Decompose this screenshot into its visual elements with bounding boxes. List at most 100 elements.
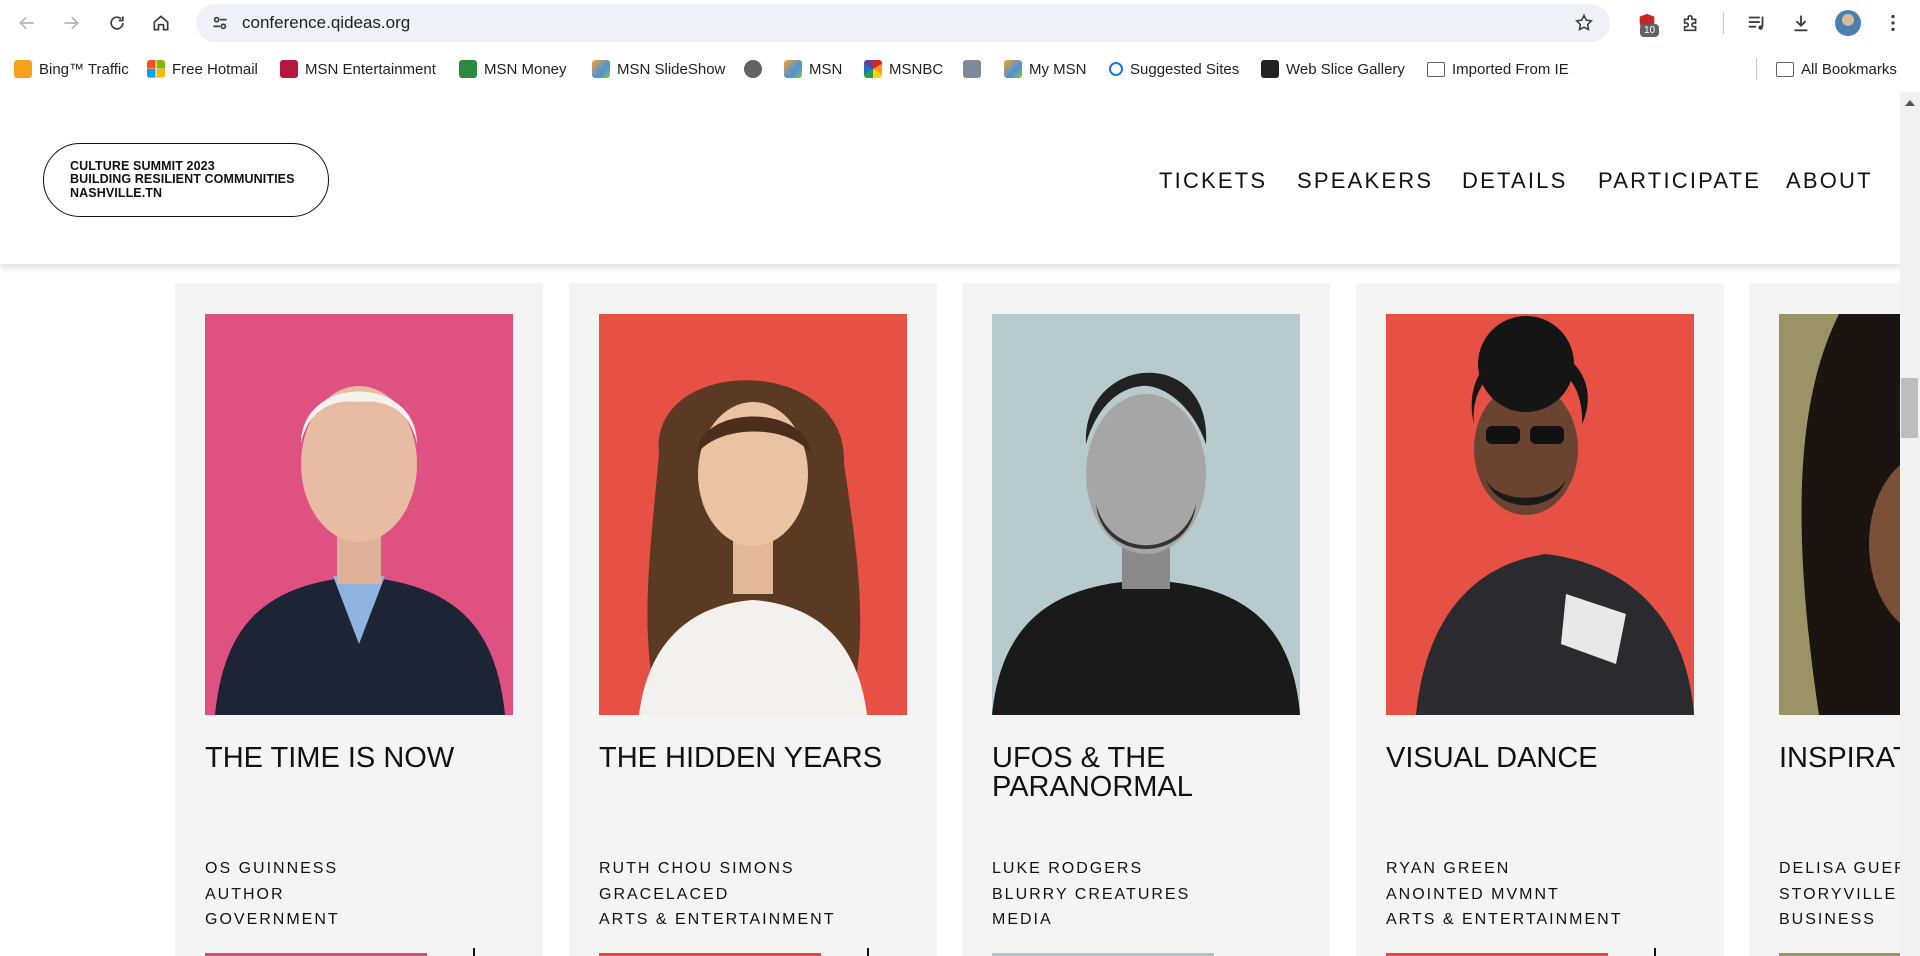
expand-plus-icon[interactable] [1644, 948, 1666, 956]
speaker-photo [599, 314, 907, 715]
forward-button[interactable] [56, 8, 86, 38]
bookmarks-divider [1756, 58, 1757, 80]
web-slice-icon [1261, 60, 1279, 78]
generic-page-icon [963, 60, 981, 78]
speaker-portrait [992, 372, 1300, 715]
bookmark-star-icon[interactable] [1574, 13, 1594, 33]
nav-participate[interactable]: PARTICIPATE [1598, 168, 1761, 194]
all-bookmarks-button[interactable]: All Bookmarks [1776, 46, 1897, 92]
nav-details[interactable]: DETAILS [1462, 168, 1567, 194]
talk-title: THE TIME IS NOW [205, 742, 455, 774]
folder-icon [1427, 61, 1445, 77]
speaker-org: STORYVILLE C [1779, 885, 1900, 903]
bookmarks-bar: Bing™ Traffic Free Hotmail MSN Entertain… [0, 46, 1920, 92]
expand-plus-icon[interactable] [857, 948, 879, 956]
bookmark-msn-entertainment[interactable]: MSN Entertainment [280, 46, 436, 92]
bookmark-web-slice-gallery[interactable]: Web Slice Gallery [1261, 46, 1405, 92]
url-text[interactable]: conference.qideas.org [242, 4, 410, 42]
msn-butterfly-icon [784, 60, 802, 78]
bookmark-label: Web Slice Gallery [1286, 60, 1405, 78]
logo-line: CULTURE SUMMIT 2023 [70, 158, 215, 173]
reload-button[interactable] [102, 8, 132, 38]
bing-icon [14, 60, 32, 78]
bookmark-label: MSN Money [484, 60, 567, 78]
speaker-name: LUKE RODGERS [992, 860, 1144, 877]
speaker-org: BLURRY CREATURES [992, 885, 1191, 903]
bookmark-label: Suggested Sites [1130, 60, 1240, 78]
browser-menu-button[interactable] [1878, 8, 1908, 38]
speaker-photo [1779, 314, 1900, 715]
speaker-card[interactable]: THE HIDDEN YEARS RUTH CHOU SIMONS GRACEL… [569, 283, 937, 956]
windows-icon [147, 60, 165, 78]
address-bar[interactable]: conference.qideas.org [196, 4, 1610, 42]
bookmark-my-msn[interactable]: My MSN [1004, 46, 1087, 92]
bookmark-free-hotmail[interactable]: Free Hotmail [147, 46, 258, 92]
speaker-name: RYAN GREEN [1386, 860, 1511, 877]
nav-speakers[interactable]: SPEAKERS [1297, 168, 1433, 194]
expand-plus-icon[interactable] [463, 948, 485, 956]
nbc-peacock-icon [864, 60, 882, 78]
speaker-photo [992, 314, 1300, 715]
speaker-org: ANOINTED MVMNT [1386, 885, 1560, 903]
media-queue-icon [1748, 16, 1764, 30]
home-icon [153, 15, 169, 31]
nav-tickets[interactable]: TICKETS [1159, 168, 1267, 194]
downloads-button[interactable] [1786, 8, 1816, 38]
bookmark-generic[interactable] [963, 46, 981, 92]
bookmark-msn-slideshow[interactable]: MSN SlideShow [592, 46, 725, 92]
msn-butterfly-icon [1004, 60, 1022, 78]
logo-line: NASHVILLE.TN [70, 185, 163, 200]
speaker-card[interactable]: UFOS & THE PARANORMAL LUKE RODGERS BLURR… [962, 283, 1330, 956]
speaker-portrait [1801, 314, 1900, 715]
download-icon [1794, 15, 1808, 32]
bookmark-msn[interactable]: MSN [784, 46, 842, 92]
speaker-name: RUTH CHOU SIMONS [599, 860, 795, 877]
speaker-category: ARTS & ENTERTAINMENT [1386, 911, 1623, 928]
speaker-meta: OS GUINNESS AUTHOR GOVERNMENT [205, 856, 340, 933]
page-viewport: CULTURE SUMMIT 2023 BUILDING RESILIENT C… [0, 92, 1900, 956]
back-button[interactable] [12, 8, 42, 38]
arrow-right-icon [64, 16, 79, 30]
bookmark-globe[interactable] [744, 46, 762, 92]
speaker-portrait [1416, 316, 1694, 715]
talk-title: INSPIRAT STORYV [1779, 742, 1900, 774]
extension-badge: 10 [1640, 24, 1660, 37]
bookmark-label: Bing™ Traffic [39, 60, 129, 78]
bookmark-imported-from-ie[interactable]: Imported From IE [1427, 46, 1569, 92]
msn-entertainment-icon [280, 60, 298, 78]
all-bookmarks-label: All Bookmarks [1801, 60, 1897, 78]
bookmark-suggested-sites[interactable]: Suggested Sites [1109, 46, 1239, 92]
bookmark-label: Imported From IE [1452, 60, 1569, 78]
more-vertical-icon [1891, 14, 1895, 32]
speaker-category: GOVERNMENT [205, 911, 340, 928]
bookmark-msn-money[interactable]: MSN Money [459, 46, 567, 92]
site-logo[interactable]: CULTURE SUMMIT 2023 BUILDING RESILIENT C… [43, 143, 329, 217]
speaker-org: GRACELACED [599, 885, 730, 903]
home-button[interactable] [146, 8, 176, 38]
nav-about[interactable]: ABOUT [1786, 168, 1873, 194]
profile-avatar[interactable] [1835, 10, 1861, 36]
speaker-meta: RYAN GREEN ANOINTED MVMNT ARTS & ENTERTA… [1386, 856, 1622, 933]
scrollbar-thumb[interactable] [1901, 378, 1918, 438]
extensions-button[interactable] [1676, 8, 1706, 38]
bookmark-msnbc[interactable]: MSNBC [864, 46, 943, 92]
site-settings-icon[interactable] [210, 13, 230, 33]
speaker-card[interactable]: THE TIME IS NOW OS GUINNESS AUTHOR GOVER… [175, 283, 543, 956]
speaker-card[interactable]: INSPIRAT STORYV DELISA GUER STORYVILLE C… [1749, 283, 1900, 956]
bookmark-label: MSN [809, 60, 843, 78]
arrow-left-icon [19, 16, 34, 30]
speaker-meta: DELISA GUER STORYVILLE C BUSINESS [1779, 856, 1900, 933]
search-icon [1109, 62, 1123, 76]
toolbar-divider [1723, 12, 1724, 34]
speaker-photo [205, 314, 513, 715]
media-button[interactable] [1742, 8, 1772, 38]
bookmark-label: Free Hotmail [172, 60, 258, 78]
speaker-card[interactable]: VISUAL DANCE RYAN GREEN ANOINTED MVMNT A… [1356, 283, 1724, 956]
scroll-up-arrow-icon[interactable] [1905, 100, 1915, 106]
page-scrollbar[interactable] [1900, 92, 1920, 956]
speaker-category: ARTS & ENTERTAINMENT [599, 911, 836, 928]
logo-line: BUILDING RESILIENT COMMUNITIES [70, 172, 295, 187]
bookmark-bing-traffic[interactable]: Bing™ Traffic [14, 46, 129, 92]
globe-icon [744, 60, 762, 78]
folder-icon [1776, 61, 1794, 77]
